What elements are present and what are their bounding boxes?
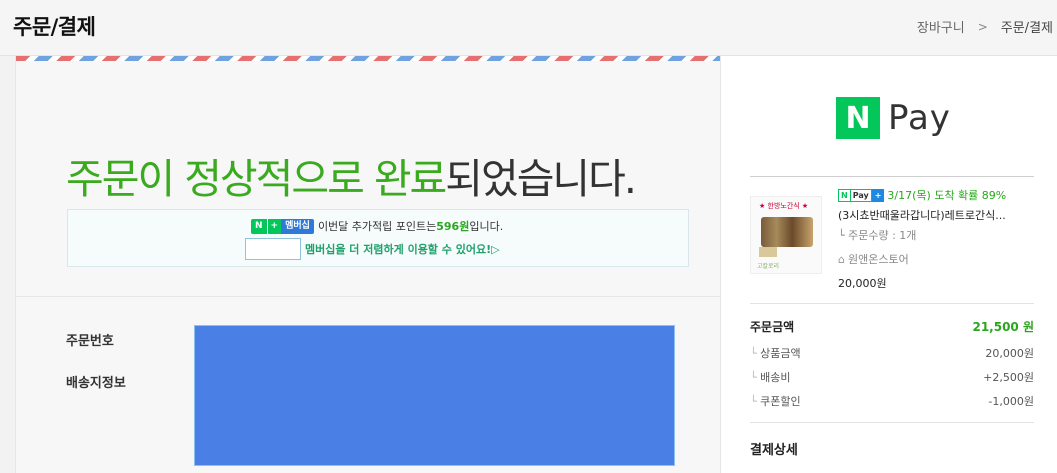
- redacted-order-details: [194, 325, 675, 466]
- section-divider: [16, 296, 721, 297]
- shipping-info-label: 배송지정보: [66, 376, 126, 391]
- store-name[interactable]: ⌂ 원앤온스토어: [838, 251, 1048, 267]
- payment-summary-panel: N Pay ★ 한방노간식 ★ 고칼로리 N Pay + 3/17(목) 도착 확률…: [720, 56, 1057, 473]
- shipping-fee-label: 배송비: [750, 369, 790, 385]
- product-image: [761, 217, 813, 247]
- product-divider: [750, 303, 1034, 304]
- logo-divider: [750, 176, 1034, 177]
- headline-rest: 되었습니다.: [445, 155, 637, 203]
- coupon-discount-row: 쿠폰할인 -1,000원: [750, 393, 1034, 409]
- summary-divider: [750, 422, 1034, 423]
- points-text-before: 이번달 추가적립 포인트는: [317, 220, 437, 233]
- play-icon: ▷: [491, 242, 500, 256]
- naverpay-membership-badge: N + 멤버십: [251, 218, 314, 234]
- items-price-label: 상품금액: [750, 345, 800, 361]
- coupon-discount-value: -1,000원: [988, 395, 1034, 408]
- headline-highlight: 주문이 정상적으로 완료: [66, 155, 447, 203]
- product-price: 20,000원: [838, 277, 887, 290]
- membership-cta: 멤버십을 더 저렴하게 이용할 수 있어요! ▷: [245, 238, 500, 260]
- order-complete-panel: 주문이 정상적으로 완료되었습니다. N + 멤버십 이번달 추가적립 포인트는…: [15, 56, 721, 473]
- points-message: N + 멤버십 이번달 추가적립 포인트는 596원 입니다.: [251, 218, 503, 234]
- delivery-estimate: N Pay + 3/17(목) 도착 확률 89%: [838, 187, 1048, 203]
- npay-logo: N Pay: [836, 97, 951, 139]
- product-thumbnail[interactable]: ★ 한방노간식 ★ 고칼로리: [750, 196, 822, 274]
- airmail-border: [16, 56, 721, 61]
- breadcrumb-checkout: 주문/결제: [1000, 21, 1053, 36]
- product-name[interactable]: (3시쵸반때울라갑니다)레트로간식...: [838, 207, 1013, 223]
- membership-cta-link[interactable]: 멤버십을 더 저렴하게 이용할 수 있어요!: [305, 241, 491, 257]
- shipping-fee-value: +2,500원: [983, 371, 1034, 384]
- order-total-row: 주문금액 21,500 원: [750, 318, 1034, 335]
- breadcrumb-cart[interactable]: 장바구니: [917, 17, 965, 36]
- order-number-label: 주문번호: [66, 334, 114, 349]
- items-price-row: 상품금액 20,000원: [750, 345, 1034, 361]
- npay-n-icon: N: [836, 97, 880, 139]
- items-price-value: 20,000원: [985, 347, 1034, 360]
- order-total-label: 주문금액: [750, 320, 795, 334]
- points-amount: 596원: [436, 220, 470, 233]
- chevron-right-icon: >: [977, 19, 988, 34]
- home-icon: ⌂: [838, 252, 845, 266]
- points-text-after: 입니다.: [469, 220, 504, 233]
- breadcrumb: 장바구니 > 주문/결제: [917, 17, 1053, 37]
- order-total-value: 21,500 원: [972, 320, 1034, 334]
- shipping-fee-row: 배송비 +2,500원: [750, 369, 1034, 385]
- page-title: 주문/결제: [13, 15, 96, 39]
- npay-logo-text: Pay: [888, 98, 951, 138]
- product-info: N Pay + 3/17(목) 도착 확률 89% (3시쵸반때울라갑니다)레트로간…: [838, 187, 1048, 291]
- coupon-discount-label: 쿠폰할인: [750, 393, 800, 409]
- npay-plus-badge: N Pay +: [838, 188, 885, 202]
- product-quantity: └ 주문수량 : 1개: [838, 229, 917, 242]
- order-complete-headline: 주문이 정상적으로 완료되었습니다.: [66, 145, 637, 205]
- top-bar: 주문/결제 장바구니 > 주문/결제: [0, 0, 1057, 56]
- membership-points-box: N + 멤버십 이번달 추가적립 포인트는 596원 입니다. 멤버십을 더 저…: [67, 209, 689, 267]
- membership-input[interactable]: [245, 238, 301, 260]
- payment-details-title: 결제상세: [750, 443, 798, 458]
